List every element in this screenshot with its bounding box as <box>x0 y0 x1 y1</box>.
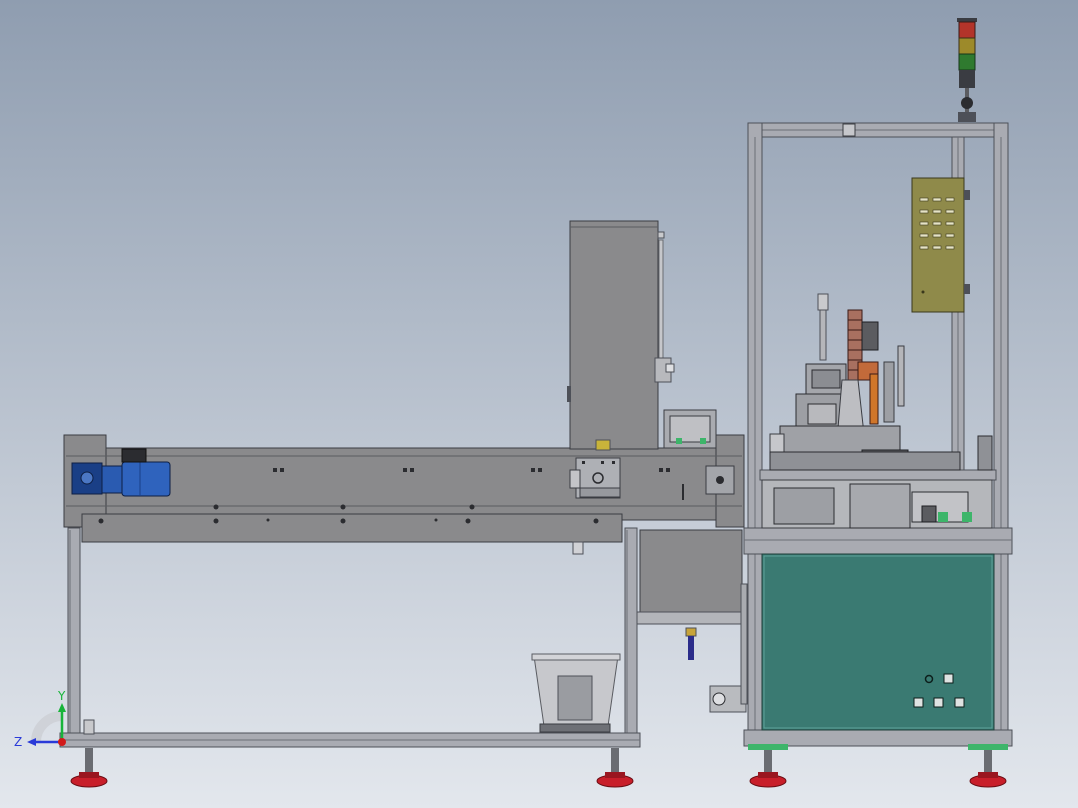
triad-y-label: Y <box>57 689 66 703</box>
electrical-cabinet[interactable] <box>761 553 995 731</box>
tensioner-plate <box>569 457 621 499</box>
motor-terminal-box <box>121 448 147 463</box>
cabinet-button[interactable] <box>933 697 944 708</box>
waste-bin[interactable] <box>531 653 621 733</box>
cabinet-button[interactable] <box>943 673 954 684</box>
triad-z-label: Z <box>14 735 22 749</box>
electrical-control-box[interactable] <box>911 177 970 313</box>
lower-hopper <box>639 529 743 615</box>
motor-body <box>101 465 123 494</box>
guide-rod <box>658 239 664 361</box>
feeder-column <box>569 220 659 450</box>
cabinet-button[interactable] <box>913 697 924 708</box>
cabinet-button[interactable] <box>954 697 965 708</box>
bolt-fitting <box>83 719 95 735</box>
x-axis-dot <box>58 738 66 746</box>
motor-can <box>121 461 171 497</box>
cad-viewport[interactable]: Y Z <box>0 0 1078 808</box>
conveyor-lower-skirt <box>81 513 623 543</box>
